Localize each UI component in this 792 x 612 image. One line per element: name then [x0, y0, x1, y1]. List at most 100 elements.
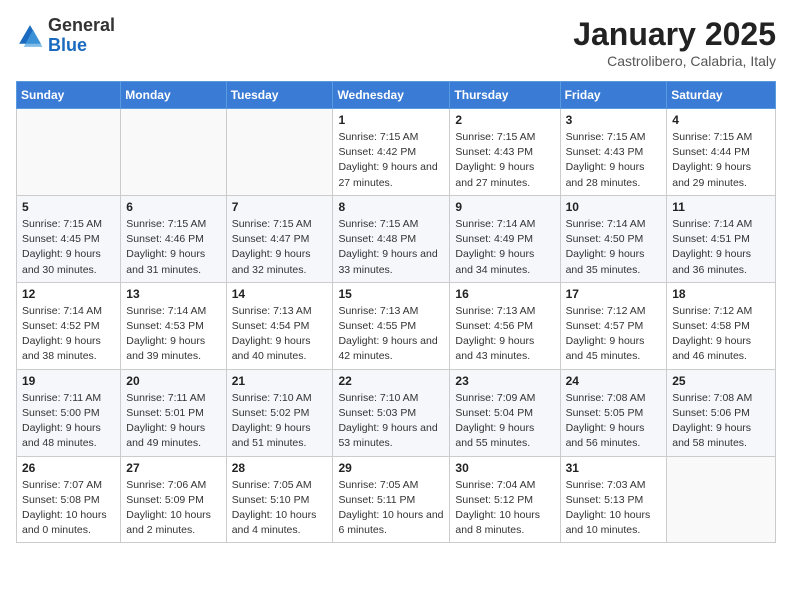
day-number: 17 — [566, 287, 662, 301]
day-info: Sunrise: 7:15 AM Sunset: 4:44 PM Dayligh… — [672, 130, 770, 191]
day-info: Sunrise: 7:15 AM Sunset: 4:47 PM Dayligh… — [232, 217, 328, 278]
calendar-cell — [226, 109, 333, 196]
day-info: Sunrise: 7:15 AM Sunset: 4:46 PM Dayligh… — [126, 217, 220, 278]
calendar-cell: 28 Sunrise: 7:05 AM Sunset: 5:10 PM Dayli… — [226, 456, 333, 543]
day-info: Sunrise: 7:10 AM Sunset: 5:03 PM Dayligh… — [338, 391, 444, 452]
calendar-cell: 18 Sunrise: 7:12 AM Sunset: 4:58 PM Dayli… — [667, 282, 776, 369]
calendar-cell: 29 Sunrise: 7:05 AM Sunset: 5:11 PM Dayli… — [333, 456, 450, 543]
day-info: Sunrise: 7:08 AM Sunset: 5:05 PM Dayligh… — [566, 391, 662, 452]
day-number: 29 — [338, 461, 444, 475]
calendar-week-1: 1Sunrise: 7:15 AM Sunset: 4:42 PM Daylig… — [17, 109, 776, 196]
day-info: Sunrise: 7:03 AM Sunset: 5:13 PM Dayligh… — [566, 478, 662, 539]
calendar-cell: 6 Sunrise: 7:15 AM Sunset: 4:46 PM Daylig… — [121, 195, 226, 282]
day-info: Sunrise: 7:14 AM Sunset: 4:49 PM Dayligh… — [455, 217, 554, 278]
calendar-cell: 31 Sunrise: 7:03 AM Sunset: 5:13 PM Dayli… — [560, 456, 667, 543]
day-info: Sunrise: 7:13 AM Sunset: 4:54 PM Dayligh… — [232, 304, 328, 365]
day-number: 7 — [232, 200, 328, 214]
day-number: 21 — [232, 374, 328, 388]
day-number: 4 — [672, 113, 770, 127]
calendar-cell: 21 Sunrise: 7:10 AM Sunset: 5:02 PM Dayli… — [226, 369, 333, 456]
day-info: Sunrise: 7:15 AM Sunset: 4:42 PM Dayligh… — [338, 130, 444, 191]
calendar-cell: 23 Sunrise: 7:09 AM Sunset: 5:04 PM Dayli… — [450, 369, 560, 456]
day-info: Sunrise: 7:05 AM Sunset: 5:11 PM Dayligh… — [338, 478, 444, 539]
weekday-header-row: SundayMondayTuesdayWednesdayThursdayFrid… — [17, 82, 776, 109]
day-info: Sunrise: 7:09 AM Sunset: 5:04 PM Dayligh… — [455, 391, 554, 452]
day-number: 6 — [126, 200, 220, 214]
calendar-cell: 26Sunrise: 7:07 AM Sunset: 5:08 PM Dayli… — [17, 456, 121, 543]
calendar-week-4: 19Sunrise: 7:11 AM Sunset: 5:00 PM Dayli… — [17, 369, 776, 456]
day-info: Sunrise: 7:10 AM Sunset: 5:02 PM Dayligh… — [232, 391, 328, 452]
day-info: Sunrise: 7:14 AM Sunset: 4:53 PM Dayligh… — [126, 304, 220, 365]
calendar-cell: 10 Sunrise: 7:14 AM Sunset: 4:50 PM Dayli… — [560, 195, 667, 282]
weekday-header-saturday: Saturday — [667, 82, 776, 109]
calendar-cell: 15Sunrise: 7:13 AM Sunset: 4:55 PM Dayli… — [333, 282, 450, 369]
day-info: Sunrise: 7:15 AM Sunset: 4:45 PM Dayligh… — [22, 217, 115, 278]
day-info: Sunrise: 7:11 AM Sunset: 5:00 PM Dayligh… — [22, 391, 115, 452]
day-info: Sunrise: 7:12 AM Sunset: 4:57 PM Dayligh… — [566, 304, 662, 365]
day-info: Sunrise: 7:15 AM Sunset: 4:43 PM Dayligh… — [455, 130, 554, 191]
calendar-subtitle: Castrolibero, Calabria, Italy — [573, 53, 776, 69]
logo-text: General Blue — [48, 16, 115, 56]
weekday-header-tuesday: Tuesday — [226, 82, 333, 109]
calendar-cell: 30 Sunrise: 7:04 AM Sunset: 5:12 PM Dayli… — [450, 456, 560, 543]
day-number: 2 — [455, 113, 554, 127]
day-info: Sunrise: 7:12 AM Sunset: 4:58 PM Dayligh… — [672, 304, 770, 365]
logo: General Blue — [16, 16, 115, 56]
day-number: 11 — [672, 200, 770, 214]
calendar-cell: 20 Sunrise: 7:11 AM Sunset: 5:01 PM Dayli… — [121, 369, 226, 456]
day-number: 25 — [672, 374, 770, 388]
day-number: 14 — [232, 287, 328, 301]
day-number: 8 — [338, 200, 444, 214]
day-number: 26 — [22, 461, 115, 475]
day-info: Sunrise: 7:05 AM Sunset: 5:10 PM Dayligh… — [232, 478, 328, 539]
calendar-week-2: 5Sunrise: 7:15 AM Sunset: 4:45 PM Daylig… — [17, 195, 776, 282]
day-number: 10 — [566, 200, 662, 214]
day-info: Sunrise: 7:14 AM Sunset: 4:50 PM Dayligh… — [566, 217, 662, 278]
day-number: 23 — [455, 374, 554, 388]
weekday-header-sunday: Sunday — [17, 82, 121, 109]
calendar-cell: 8 Sunrise: 7:15 AM Sunset: 4:48 PM Daylig… — [333, 195, 450, 282]
day-info: Sunrise: 7:06 AM Sunset: 5:09 PM Dayligh… — [126, 478, 220, 539]
calendar-cell: 12Sunrise: 7:14 AM Sunset: 4:52 PM Dayli… — [17, 282, 121, 369]
calendar-cell: 14 Sunrise: 7:13 AM Sunset: 4:54 PM Dayli… — [226, 282, 333, 369]
day-info: Sunrise: 7:14 AM Sunset: 4:51 PM Dayligh… — [672, 217, 770, 278]
calendar-cell: 25Sunrise: 7:08 AM Sunset: 5:06 PM Dayli… — [667, 369, 776, 456]
calendar-header: SundayMondayTuesdayWednesdayThursdayFrid… — [17, 82, 776, 109]
day-number: 18 — [672, 287, 770, 301]
calendar-table: SundayMondayTuesdayWednesdayThursdayFrid… — [16, 81, 776, 543]
calendar-title: January 2025 — [573, 16, 776, 53]
calendar-cell: 16Sunrise: 7:13 AM Sunset: 4:56 PM Dayli… — [450, 282, 560, 369]
day-number: 20 — [126, 374, 220, 388]
calendar-cell: 17 Sunrise: 7:12 AM Sunset: 4:57 PM Dayli… — [560, 282, 667, 369]
day-info: Sunrise: 7:15 AM Sunset: 4:43 PM Dayligh… — [566, 130, 662, 191]
calendar-cell: 19Sunrise: 7:11 AM Sunset: 5:00 PM Dayli… — [17, 369, 121, 456]
day-number: 28 — [232, 461, 328, 475]
day-info: Sunrise: 7:04 AM Sunset: 5:12 PM Dayligh… — [455, 478, 554, 539]
day-number: 3 — [566, 113, 662, 127]
title-block: January 2025 Castrolibero, Calabria, Ita… — [573, 16, 776, 69]
calendar-cell — [121, 109, 226, 196]
calendar-cell: 24 Sunrise: 7:08 AM Sunset: 5:05 PM Dayli… — [560, 369, 667, 456]
calendar-week-5: 26Sunrise: 7:07 AM Sunset: 5:08 PM Dayli… — [17, 456, 776, 543]
calendar-cell: 5Sunrise: 7:15 AM Sunset: 4:45 PM Daylig… — [17, 195, 121, 282]
day-number: 27 — [126, 461, 220, 475]
day-number: 31 — [566, 461, 662, 475]
calendar-cell: 27 Sunrise: 7:06 AM Sunset: 5:09 PM Dayli… — [121, 456, 226, 543]
day-info: Sunrise: 7:15 AM Sunset: 4:48 PM Dayligh… — [338, 217, 444, 278]
calendar-cell — [667, 456, 776, 543]
calendar-cell: 1Sunrise: 7:15 AM Sunset: 4:42 PM Daylig… — [333, 109, 450, 196]
day-number: 30 — [455, 461, 554, 475]
day-info: Sunrise: 7:13 AM Sunset: 4:56 PM Dayligh… — [455, 304, 554, 365]
calendar-cell: 7 Sunrise: 7:15 AM Sunset: 4:47 PM Daylig… — [226, 195, 333, 282]
calendar-cell: 22Sunrise: 7:10 AM Sunset: 5:03 PM Dayli… — [333, 369, 450, 456]
day-info: Sunrise: 7:11 AM Sunset: 5:01 PM Dayligh… — [126, 391, 220, 452]
day-info: Sunrise: 7:13 AM Sunset: 4:55 PM Dayligh… — [338, 304, 444, 365]
calendar-body: 1Sunrise: 7:15 AM Sunset: 4:42 PM Daylig… — [17, 109, 776, 543]
logo-icon — [16, 22, 44, 50]
calendar-week-3: 12Sunrise: 7:14 AM Sunset: 4:52 PM Dayli… — [17, 282, 776, 369]
day-number: 24 — [566, 374, 662, 388]
calendar-cell — [17, 109, 121, 196]
day-number: 12 — [22, 287, 115, 301]
weekday-header-friday: Friday — [560, 82, 667, 109]
weekday-header-thursday: Thursday — [450, 82, 560, 109]
